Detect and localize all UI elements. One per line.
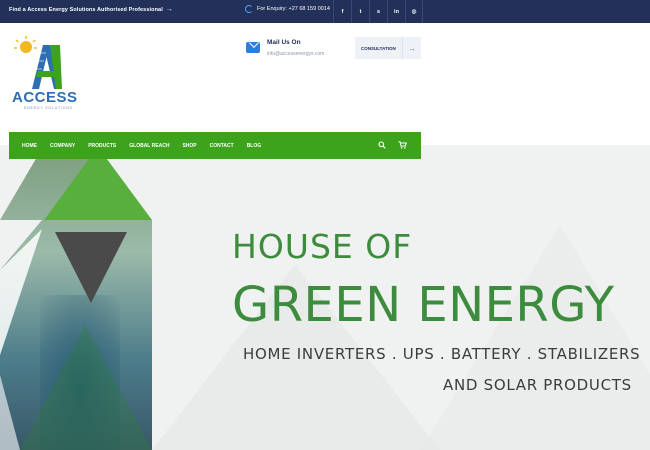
envelope-icon	[246, 42, 260, 53]
nav-blog[interactable]: BLOG	[234, 143, 261, 149]
main-navigation: HOME COMPANY PRODUCTS GLOBAL REACH SHOP …	[9, 132, 421, 159]
nav-contact[interactable]: CONTACT	[197, 143, 234, 149]
find-professional-label: Find a Access Energy Solutions Authorise…	[9, 6, 163, 13]
hero-subheading-line1: HOME INVERTERS . UPS . BATTERY . STABILI…	[243, 345, 641, 363]
cart-icon[interactable]	[398, 140, 407, 151]
search-icon[interactable]	[378, 140, 386, 151]
nav-shop[interactable]: SHOP	[169, 143, 196, 149]
phone-icon	[245, 5, 253, 13]
phone-label: For Enquiry: +27 68 159 0014	[257, 6, 330, 12]
consultation-button[interactable]: CONSULTATION →	[355, 37, 421, 59]
find-professional-link[interactable]: Find a Access Energy Solutions Authorise…	[9, 6, 173, 13]
logo-tagline: ENERGY SOLUTIONS	[24, 106, 73, 110]
skype-icon[interactable]: s	[369, 0, 387, 23]
logo-brand-text: ACCESS	[12, 89, 78, 106]
arrow-right-icon: →	[165, 6, 173, 13]
nav-products[interactable]: PRODUCTS	[75, 143, 116, 149]
hero-heading-line2: GREEN ENERGY	[232, 277, 615, 333]
mail-title: Mail Us On	[267, 39, 301, 46]
instagram-icon[interactable]: ◎	[405, 0, 423, 23]
hero-subheading-line2: AND SOLAR PRODUCTS	[443, 376, 632, 394]
hero-heading-line1: HOUSE OF	[232, 227, 413, 266]
consultation-label: CONSULTATION	[361, 45, 396, 51]
linkedin-icon[interactable]: in	[387, 0, 405, 23]
twitter-icon[interactable]: t	[351, 0, 369, 23]
mail-contact[interactable]: Mail Us On info@accessenergys.com	[246, 38, 324, 57]
arrow-right-icon: →	[402, 37, 421, 59]
facebook-icon[interactable]: f	[333, 0, 351, 23]
nav-company[interactable]: COMPANY	[37, 143, 75, 149]
site-logo[interactable]: ACCESS ENERGY SOLUTIONS	[10, 35, 82, 111]
nav-icons	[378, 132, 407, 159]
social-links: f t s in ◎	[333, 0, 423, 23]
nav-home[interactable]: HOME	[9, 143, 37, 149]
phone-enquiry[interactable]: For Enquiry: +27 68 159 0014	[245, 5, 330, 13]
mail-address: info@accessenergys.com	[267, 51, 325, 57]
page: Find a Access Energy Solutions Authorise…	[0, 0, 650, 450]
nav-global-reach[interactable]: GLOBAL REACH	[116, 143, 169, 149]
top-bar: Find a Access Energy Solutions Authorise…	[0, 0, 650, 23]
logo-mark-icon	[14, 36, 62, 89]
hero-banner: HOUSE OF GREEN ENERGY HOME INVERTERS . U…	[0, 145, 650, 450]
